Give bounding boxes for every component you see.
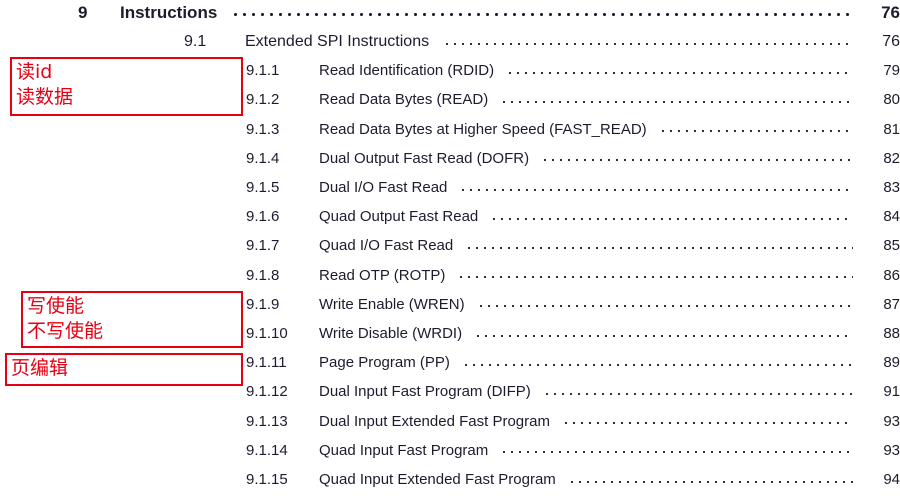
toc-entry-number: 9.1.7 (246, 237, 280, 255)
annotation-text: 页编辑 (11, 357, 69, 379)
toc-entry-number: 9.1.15 (246, 471, 288, 488)
toc-entry-page-number: 87 (883, 295, 900, 313)
toc-entry-page-number: 93 (883, 412, 900, 430)
toc-entry-number: 9.1 (184, 32, 207, 50)
toc-entry-title: Page Program (PP) (319, 354, 450, 372)
dot-leader (465, 238, 853, 253)
dot-leader (490, 209, 853, 224)
toc-entry-number: 9.1.14 (246, 441, 288, 459)
dot-leader (561, 414, 853, 429)
toc-entry-title: Read Data Bytes at Higher Speed (FAST_RE… (319, 120, 647, 138)
annotation-text: 读数据 (16, 86, 74, 108)
toc-entry-page-number: 88 (883, 325, 900, 342)
dot-leader (658, 122, 853, 137)
toc-entry-number: 9.1.6 (246, 208, 280, 226)
toc-entry-page-number: 80 (883, 91, 900, 109)
toc-entry-title: Quad I/O Fast Read (319, 237, 454, 255)
toc-entry[interactable]: 9.1.4 Dual Output Fast Read (DOFR) 82 (0, 144, 900, 173)
toc-entry[interactable]: 9.1.3 Read Data Bytes at Higher Speed (FA… (0, 115, 900, 144)
toc-entry-number: 9.1.5 (246, 179, 280, 196)
toc-entry[interactable]: 9.1 Extended SPI Instructions 76 (0, 27, 900, 56)
toc-entry-page-number: 93 (883, 441, 900, 459)
toc-entry-number: 9.1.3 (246, 120, 280, 138)
dot-leader (461, 355, 853, 370)
toc-entry-page-number: 82 (883, 149, 900, 167)
annotation-box: 写使能 不写使能 (21, 291, 243, 348)
toc-entry[interactable]: 9.1.15 Quad Input Extended Fast Program 94 (0, 465, 900, 494)
toc-entry-number: 9.1.8 (246, 266, 280, 284)
dot-leader (567, 472, 853, 487)
toc-entry-title: Write Enable (WREN) (319, 295, 465, 313)
toc-entry-page-number: 79 (883, 62, 900, 80)
toc-entry-title: Write Disable (WRDI) (319, 325, 463, 342)
toc-entry-title: Read Identification (RDID) (319, 62, 495, 80)
toc-entry-number: 9 (78, 2, 88, 22)
toc-entry-title: Instructions (120, 2, 218, 22)
toc-page: 9 Instructions 76 9.1 Extended SPI Instructi… (0, 0, 900, 500)
toc-entry-page-number: 94 (883, 471, 900, 488)
toc-entry-number: 9.1.13 (246, 412, 288, 430)
toc-entry-page-number: 81 (883, 120, 900, 138)
toc-entry[interactable]: 9.1.6 Quad Output Fast Read 84 (0, 202, 900, 231)
dot-leader (500, 92, 853, 107)
annotation-text: 不写使能 (27, 320, 104, 342)
toc-entry-page-number: 76 (881, 2, 900, 22)
toc-entry-page-number: 85 (883, 237, 900, 255)
toc-entry[interactable]: 9 Instructions 76 (0, 0, 900, 27)
toc-entry-title: Quad Input Fast Program (319, 441, 489, 459)
dot-leader (541, 151, 853, 166)
toc-entry-title: Quad Output Fast Read (319, 208, 479, 226)
toc-entry-title: Dual I/O Fast Read (319, 179, 448, 196)
dot-leader (476, 297, 853, 312)
toc-entry-title: Quad Input Extended Fast Program (319, 471, 556, 488)
toc-entry-page-number: 83 (883, 179, 900, 196)
annotation-text: 写使能 (27, 295, 85, 317)
toc-entry-title: Dual Input Fast Program (DIFP) (319, 383, 531, 401)
toc-entry[interactable]: 9.1.14 Quad Input Fast Program 93 (0, 436, 900, 465)
dot-leader (459, 180, 853, 195)
dot-leader (457, 268, 853, 283)
toc-entry-page-number: 89 (883, 354, 900, 372)
dot-leader (231, 4, 853, 21)
toc-entry-title: Dual Output Fast Read (DOFR) (319, 149, 530, 167)
dot-leader (506, 63, 853, 78)
toc-entry-title: Read Data Bytes (READ) (319, 91, 489, 109)
dot-leader (542, 384, 853, 399)
toc-entry[interactable]: 9.1.5 Dual I/O Fast Read 83 (0, 173, 900, 202)
toc-entry-title: Extended SPI Instructions (245, 32, 430, 50)
toc-entry-title: Dual Input Extended Fast Program (319, 412, 550, 430)
toc-entry-page-number: 76 (882, 32, 900, 50)
annotation-text: 读id (16, 61, 53, 83)
toc-entry[interactable]: 9.1.7 Quad I/O Fast Read 85 (0, 231, 900, 260)
toc-entry-page-number: 86 (883, 266, 900, 284)
toc-entry-page-number: 84 (883, 208, 900, 226)
toc-entry-page-number: 91 (883, 383, 900, 401)
toc-entry-number: 9.1.4 (246, 149, 280, 167)
dot-leader (500, 443, 853, 458)
annotation-box: 页编辑 (5, 353, 243, 386)
dot-leader (474, 326, 853, 341)
toc-entry[interactable]: 9.1.13 Dual Input Extended Fast Program 93 (0, 407, 900, 436)
toc-entry-title: Read OTP (ROTP) (319, 266, 446, 284)
toc-entry[interactable]: 9.1.8 Read OTP (ROTP) 86 (0, 261, 900, 290)
dot-leader (443, 34, 853, 50)
annotation-box: 读id 读数据 (10, 57, 243, 116)
